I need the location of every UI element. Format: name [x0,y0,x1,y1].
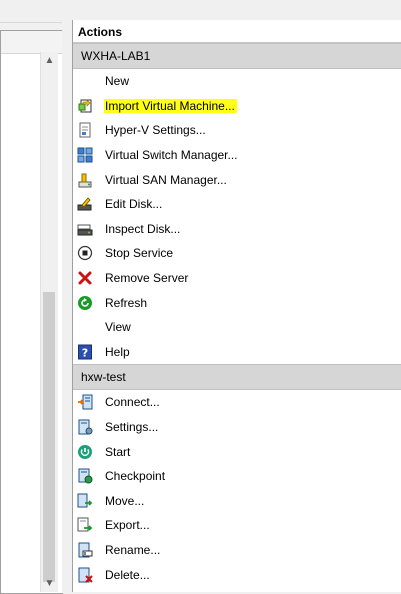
pane-splitter[interactable] [62,20,72,592]
connect-icon [77,394,93,410]
action-label: Checkpoint [105,469,166,484]
action-label: Settings... [105,420,159,435]
left-pane-header [1,31,63,54]
action-new[interactable]: New [73,69,401,94]
action-stop-service[interactable]: Stop Service [73,241,401,266]
action-help[interactable]: ? Help [73,340,401,365]
virtual-san-icon [77,172,93,188]
action-delete[interactable]: Delete... [73,562,401,587]
scrollbar-thumb[interactable] [43,292,55,582]
action-label: Delete... [105,567,150,582]
action-export[interactable]: Export... [73,513,401,538]
refresh-icon [77,295,93,311]
inspect-disk-icon [77,221,93,237]
delete-icon [77,567,93,583]
action-refresh[interactable]: Refresh [73,290,401,315]
rename-icon [77,542,93,558]
action-label: Stop Service [105,246,174,261]
action-label: Move... [105,493,145,508]
scroll-down-arrow-icon[interactable]: ▼ [41,575,58,592]
start-icon [77,444,93,460]
import-vm-icon [77,98,93,114]
actions-pane-title: Actions [73,20,401,43]
action-hyper-v-settings[interactable]: Hyper-V Settings... [73,118,401,143]
action-label: Hyper-V Settings... [105,123,206,138]
action-remove-server[interactable]: Remove Server [73,266,401,291]
action-virtual-san-manager[interactable]: Virtual SAN Manager... [73,167,401,192]
checkpoint-icon [77,468,93,484]
action-checkpoint[interactable]: Checkpoint [73,464,401,489]
section-header-server[interactable]: WXHA-LAB1 [73,43,401,69]
blank-icon [77,319,93,335]
move-icon [77,493,93,509]
action-label: Edit Disk... [105,197,163,212]
left-pane-scrollbar[interactable]: ▲ ▼ [40,52,58,592]
settings-document-icon [77,122,93,138]
blank-icon [77,73,93,89]
action-label: Virtual SAN Manager... [105,172,227,187]
action-start[interactable]: Start [73,439,401,464]
action-label: Inspect Disk... [105,221,181,236]
action-label: Refresh [105,295,148,310]
action-edit-disk[interactable]: Edit Disk... [73,192,401,217]
action-label: Export... [105,518,150,533]
help-icon: ? [77,344,93,360]
action-label: Virtual Switch Manager... [105,148,238,163]
virtual-switch-icon [77,147,93,163]
stop-icon [77,245,93,261]
action-rename[interactable]: Rename... [73,538,401,563]
action-label: Rename... [105,542,161,557]
action-label: Import Virtual Machine... [104,98,237,113]
action-label: Remove Server [105,271,189,286]
action-label: View [105,320,131,335]
action-move[interactable]: Move... [73,489,401,514]
action-settings[interactable]: Settings... [73,415,401,440]
vm-settings-icon [77,419,93,435]
action-connect[interactable]: Connect... [73,390,401,415]
action-import-virtual-machine[interactable]: Import Virtual Machine... [73,94,401,119]
action-inspect-disk[interactable]: Inspect Disk... [73,217,401,242]
export-icon [77,517,93,533]
section-header-vm[interactable]: hxw-test [73,364,401,391]
action-label: Connect... [105,395,160,410]
action-label: New [105,74,130,89]
action-view[interactable]: View [73,315,401,340]
action-label: Start [105,444,131,459]
edit-disk-icon [77,196,93,212]
action-label: Help [105,344,130,359]
actions-pane: Actions WXHA-LAB1 New Import Virtual Mac… [72,20,401,592]
action-virtual-switch-manager[interactable]: Virtual Switch Manager... [73,143,401,168]
red-x-icon [77,270,93,286]
scroll-up-arrow-icon[interactable]: ▲ [41,52,58,69]
svg-text:?: ? [82,346,88,359]
